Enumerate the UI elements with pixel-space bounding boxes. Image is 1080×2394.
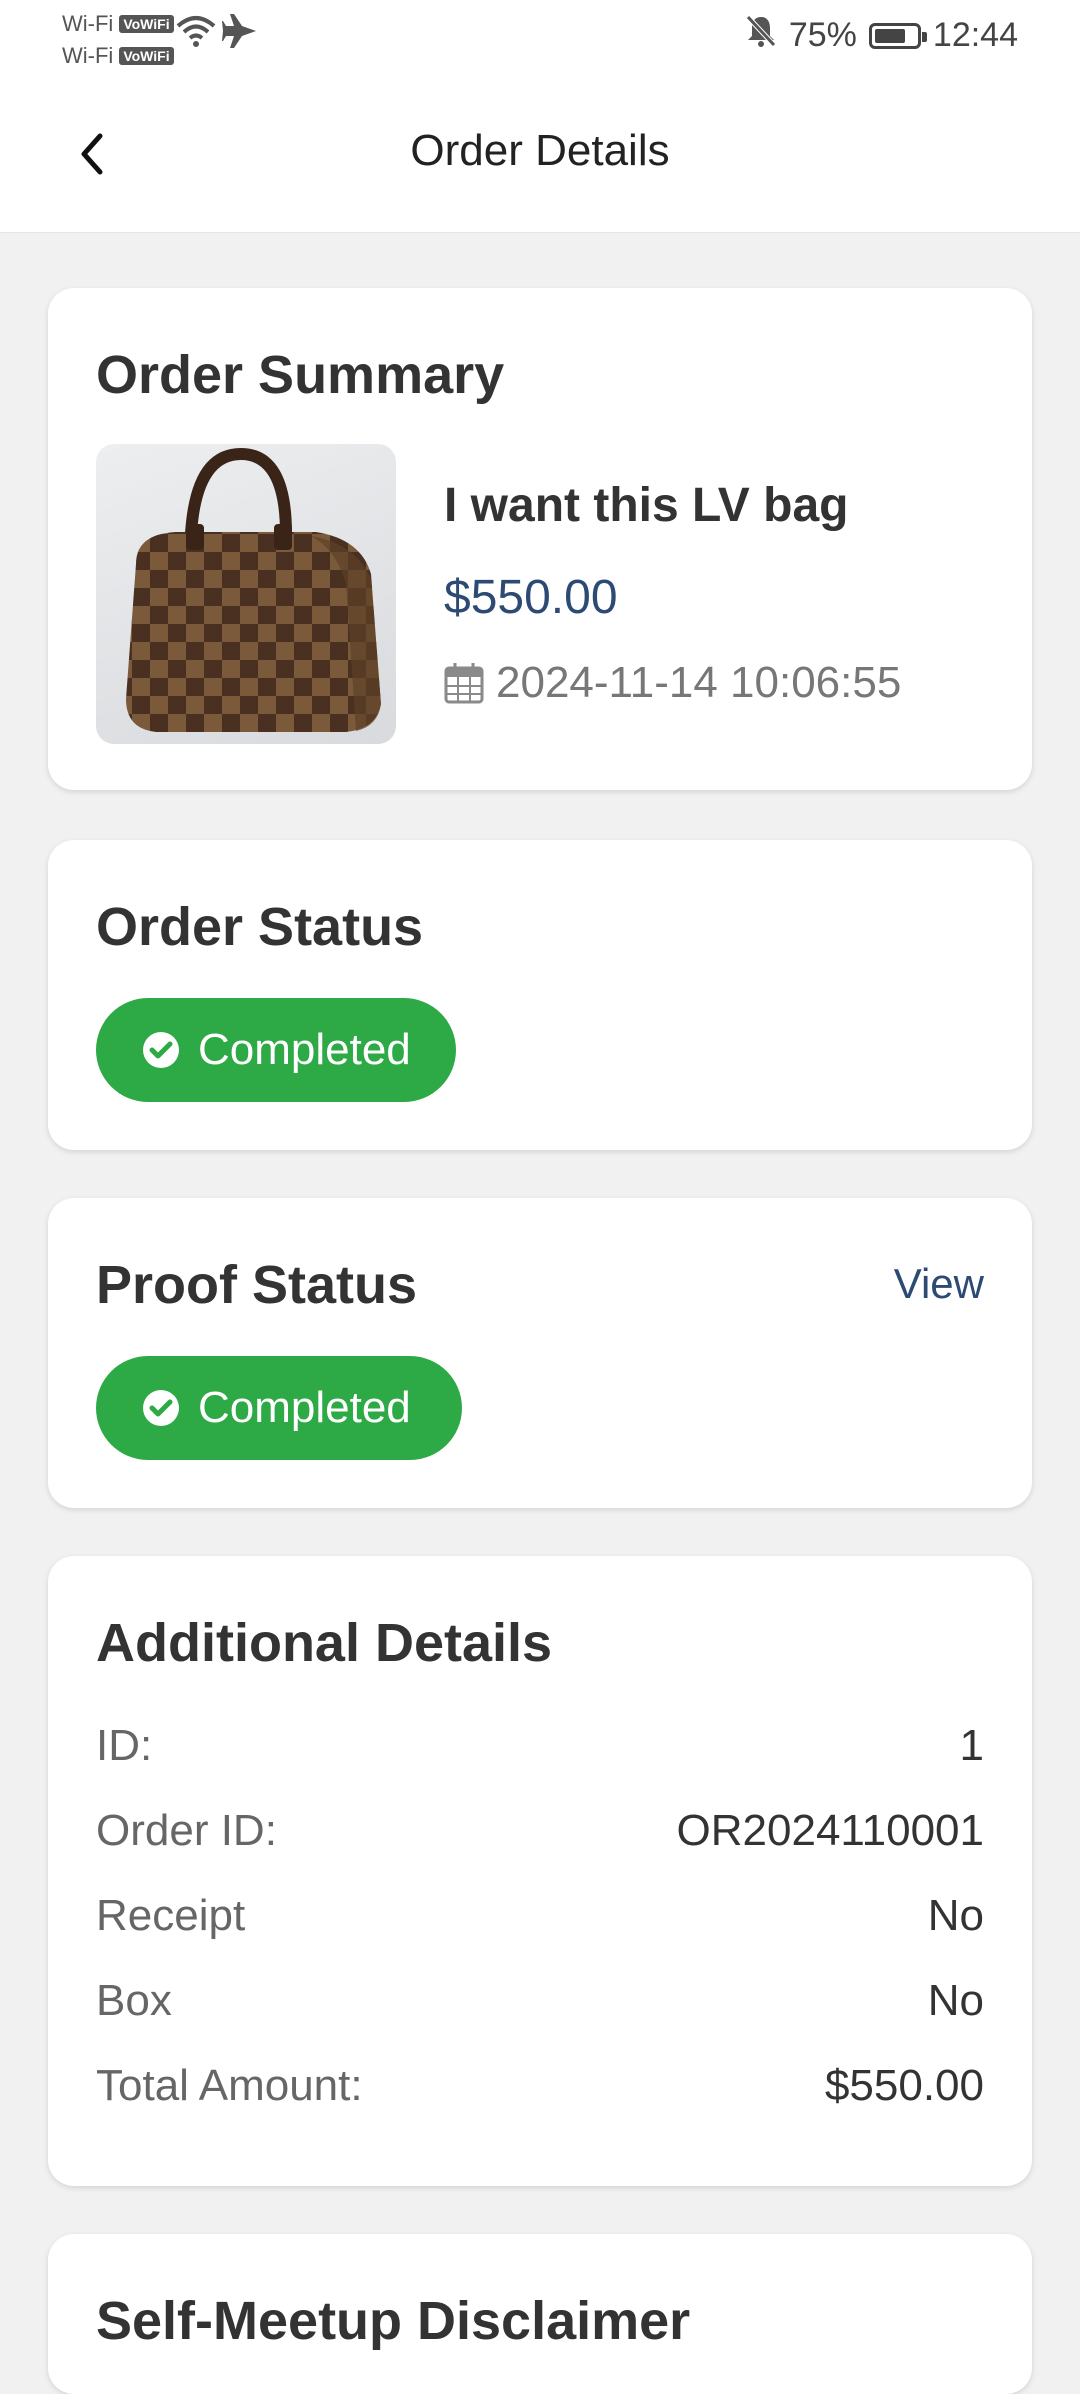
self-meetup-disclaimer-card: Self-Meetup Disclaimer: [48, 2234, 1032, 2394]
vowifi-badge-2: VoWiFi: [119, 47, 174, 65]
detail-value: $550.00: [824, 2061, 984, 2110]
check-circle-icon: [143, 1390, 179, 1426]
check-circle-icon: [143, 1032, 179, 1068]
detail-value: No: [927, 1976, 984, 2025]
disclaimer-title: Self-Meetup Disclaimer: [96, 2291, 691, 2351]
detail-value: No: [927, 1891, 984, 1940]
vowifi-badge-1: VoWiFi: [119, 15, 174, 33]
mute-icon: [745, 14, 777, 57]
product-price: $550.00: [444, 571, 618, 624]
order-status-text: Completed: [198, 1025, 411, 1074]
proof-status-badge: Completed: [96, 1356, 462, 1460]
detail-row-box: Box No: [96, 1971, 984, 2031]
order-date-text: 2024-11-14 10:06:55: [496, 658, 902, 707]
product-name: I want this LV bag: [444, 479, 849, 532]
detail-row-total-amount: Total Amount: $550.00: [96, 2056, 984, 2116]
order-summary-card: Order Summary I want this LV bag $550.00: [48, 288, 1032, 790]
status-bar: Wi-Fi VoWiFi Wi-Fi VoWiFi 75% 12:44: [0, 0, 1080, 80]
detail-row-order-id: Order ID: OR2024110001: [96, 1801, 984, 1861]
order-status-card: Order Status Completed: [48, 840, 1032, 1150]
detail-label: ID:: [96, 1721, 153, 1770]
clock: 12:44: [932, 16, 1018, 54]
detail-label: Order ID:: [96, 1806, 277, 1855]
view-proof-link[interactable]: View: [894, 1260, 984, 1308]
order-summary-title: Order Summary: [96, 345, 505, 405]
calendar-icon: [444, 663, 484, 704]
wifi-icon: [176, 14, 216, 53]
detail-label: Receipt: [96, 1891, 246, 1940]
detail-row-receipt: Receipt No: [96, 1886, 984, 1946]
app-header: Order Details: [0, 80, 1080, 233]
detail-value: OR2024110001: [676, 1806, 984, 1855]
network-label-1: Wi-Fi: [62, 11, 114, 36]
detail-label: Total Amount:: [96, 2061, 363, 2110]
detail-label: Box: [96, 1976, 172, 2025]
additional-details-card: Additional Details ID: 1 Order ID: OR202…: [48, 1556, 1032, 2186]
order-status-badge: Completed: [96, 998, 456, 1102]
proof-status-title: Proof Status: [96, 1255, 418, 1315]
detail-row-id: ID: 1: [96, 1716, 984, 1776]
proof-status-text: Completed: [198, 1383, 411, 1432]
battery-icon: [868, 22, 927, 49]
order-date: 2024-11-14 10:06:55: [444, 658, 901, 708]
network-indicators: Wi-Fi VoWiFi Wi-Fi VoWiFi: [62, 8, 174, 72]
additional-details-title: Additional Details: [96, 1613, 553, 1673]
product-image[interactable]: [96, 444, 396, 744]
order-status-title: Order Status: [96, 897, 424, 957]
page-title: Order Details: [410, 126, 670, 175]
airplane-icon: [222, 14, 258, 53]
battery-percent: 75%: [788, 16, 857, 54]
proof-status-card: Proof Status View Completed: [48, 1198, 1032, 1508]
detail-value: 1: [959, 1721, 984, 1770]
network-label-2: Wi-Fi: [62, 43, 114, 68]
